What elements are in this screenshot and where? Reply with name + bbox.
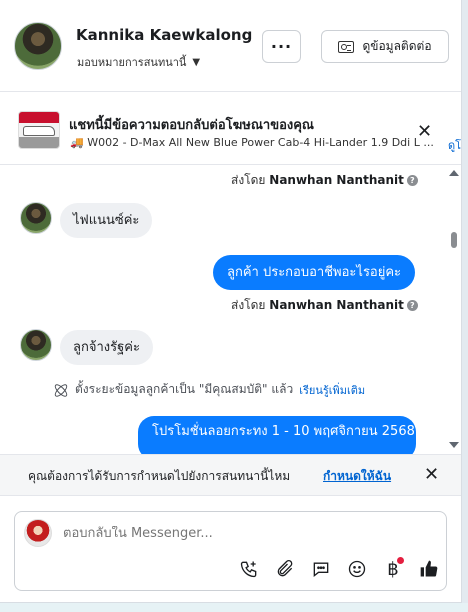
emoji-icon[interactable] xyxy=(345,557,369,581)
assign-to-me-link[interactable]: กำหนดให้ฉัน xyxy=(323,467,391,486)
system-event: ตั้งระยะข้อมูลลูกค้าเป็น "มีคุณสมบัติ" แ… xyxy=(53,380,365,399)
info-icon[interactable]: ? xyxy=(406,175,418,186)
ad-car-image xyxy=(23,126,55,136)
assign-label: มอบหมายการสนทนานี้ xyxy=(77,56,187,69)
scrollbar-thumb[interactable] xyxy=(451,232,457,248)
message-thread: ส่งโดย Nanwhan Nanthanit? ไฟแนนซ์ค่ะ ลูก… xyxy=(0,166,461,454)
reply-composer: ฿ xyxy=(14,511,447,591)
customer-avatar[interactable] xyxy=(14,22,62,70)
assign-prompt-bar: คุณต้องการได้รับการกำหนดไปยังการสนทนานี้… xyxy=(0,454,461,496)
customer-avatar-small xyxy=(20,329,52,361)
composer-toolbar: ฿ xyxy=(237,557,441,581)
notification-dot xyxy=(397,557,404,564)
message-incoming[interactable]: ลูกจ้างรัฐค่ะ xyxy=(60,330,153,365)
message-outgoing[interactable]: โปรโมชั่นลอยกระทง 1 - 10 พฤศจิกายน 2568 xyxy=(138,416,416,454)
scroll-up-arrow-icon[interactable] xyxy=(449,170,459,176)
close-icon[interactable]: ✕ xyxy=(424,464,439,485)
call-icon[interactable] xyxy=(237,557,261,581)
learn-more-link[interactable]: เรียนรู้เพิ่มเติม xyxy=(299,381,365,399)
page-avatar xyxy=(24,519,52,547)
scroll-down-arrow-icon[interactable] xyxy=(449,442,459,448)
customer-avatar-small xyxy=(20,202,52,234)
assign-prompt-text: คุณต้องการได้รับการกำหนดไปยังการสนทนานี้… xyxy=(28,469,291,483)
saved-replies-icon[interactable] xyxy=(309,557,333,581)
sent-by-label: ส่งโดย Nanwhan Nanthanit? xyxy=(231,171,418,190)
view-ad-link[interactable]: ดูโ xyxy=(448,136,461,154)
message-outgoing[interactable]: ลูกค้า ประกอบอาชีพอะไรอยู่คะ xyxy=(213,255,416,290)
ad-banner-title: แชทนี้มีข้อความตอบกลับต่อโฆษณาของคุณ xyxy=(69,118,314,133)
ad-banner-subtitle: 🚚 W002 - D-Max All New Blue Power Cab-4 … xyxy=(70,136,442,149)
assign-dropdown[interactable]: มอบหมายการสนทนานี้ ▼ xyxy=(77,53,200,71)
chat-scrollbar[interactable] xyxy=(448,166,460,454)
window-edge xyxy=(462,0,468,612)
close-icon[interactable]: ✕ xyxy=(417,121,432,142)
system-event-text: ตั้งระยะข้อมูลลูกค้าเป็น "มีคุณสมบัติ" แ… xyxy=(75,382,294,396)
more-options-button[interactable]: ··· xyxy=(262,30,301,63)
sent-by-label: ส่งโดย Nanwhan Nanthanit? xyxy=(231,296,418,315)
caret-down-icon: ▼ xyxy=(192,56,201,68)
message-incoming[interactable]: ไฟแนนซ์ค่ะ xyxy=(60,203,153,238)
conversation-header: Kannika Kaewkalong มอบหมายการสนทนานี้ ▼ … xyxy=(0,0,461,92)
ad-reply-banner: แชทนี้มีข้อความตอบกลับต่อโฆษณาของคุณ 🚚 W… xyxy=(0,93,461,165)
customer-name[interactable]: Kannika Kaewkalong xyxy=(76,26,252,44)
payment-icon[interactable]: ฿ xyxy=(381,557,405,581)
lead-status-icon xyxy=(53,382,69,398)
window-bottom-edge xyxy=(0,603,468,612)
paperclip-icon[interactable] xyxy=(273,557,297,581)
reply-input[interactable] xyxy=(63,526,423,541)
view-contact-label: ดูข้อมูลติดต่อ xyxy=(362,39,432,53)
contact-card-icon xyxy=(338,40,355,53)
info-icon[interactable]: ? xyxy=(406,300,418,311)
ad-name: W002 - D-Max All New Blue Power Cab-4 Hi… xyxy=(87,136,434,149)
thumbs-up-icon[interactable] xyxy=(417,557,441,581)
view-contact-button[interactable]: ดูข้อมูลติดต่อ xyxy=(321,30,449,63)
conversation-panel: Kannika Kaewkalong มอบหมายการสนทนานี้ ▼ … xyxy=(0,0,462,603)
truck-icon: 🚚 xyxy=(70,136,84,149)
